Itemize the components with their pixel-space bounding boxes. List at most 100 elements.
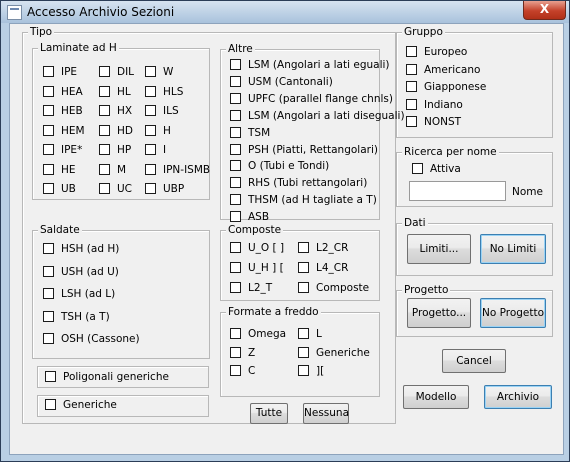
checkbox-label: Poligonali generiche (63, 371, 169, 383)
nome-label: Nome (512, 186, 543, 198)
checkbox-label: UC (117, 183, 133, 195)
checkbox-box[interactable] (230, 282, 241, 293)
checkbox-box[interactable] (298, 242, 309, 253)
checkbox-label: M (117, 163, 127, 176)
checkbox-label: LSH (ad L) (61, 288, 116, 300)
checkbox-box[interactable] (99, 85, 110, 97)
checkbox-label: L2_CR (316, 242, 349, 254)
checkbox-label: H (163, 124, 171, 137)
checkbox-label: L2_T (248, 282, 273, 294)
checkbox-box[interactable] (99, 105, 110, 116)
checkbox-box[interactable] (43, 243, 54, 254)
group-laminate-label: Laminate ad H (38, 41, 119, 55)
checkbox-box[interactable] (145, 124, 156, 136)
group-formate-label: Formate a freddo (226, 305, 321, 319)
checkbox-label: ][ (316, 365, 325, 377)
checkbox-box[interactable] (406, 81, 417, 93)
checkbox-box[interactable] (230, 92, 241, 104)
close-button[interactable]: X (523, 1, 566, 20)
checkbox-label: USH (ad U) (61, 265, 119, 278)
checkbox-label: Z (248, 346, 256, 359)
checkbox-box[interactable] (43, 288, 54, 299)
checkbox-box[interactable] (43, 105, 54, 116)
checkbox-label: DIL (117, 66, 135, 78)
checkbox-box[interactable] (145, 85, 156, 97)
checkbox-box[interactable] (298, 346, 309, 358)
checkbox-box[interactable] (43, 163, 54, 175)
checkbox-box[interactable] (230, 242, 241, 253)
checkbox-box[interactable] (230, 365, 241, 376)
dialog-client: Tipo Laminate ad H Altre Saldate Compost… (9, 23, 564, 455)
checkbox-box[interactable] (145, 163, 156, 175)
checkbox-box[interactable] (99, 66, 110, 77)
checkbox-label: Americano (424, 63, 481, 76)
checkbox-box[interactable] (406, 98, 417, 110)
progetto-button[interactable]: Progetto... (407, 298, 471, 328)
checkbox-label: Generiche (63, 399, 117, 411)
checkbox-box[interactable] (45, 399, 56, 410)
checkbox-box[interactable] (230, 59, 241, 70)
checkbox-box[interactable] (298, 365, 309, 376)
checkbox-box[interactable] (145, 66, 156, 77)
tutte-button[interactable]: Tutte (250, 403, 288, 424)
checkbox-box[interactable] (230, 177, 241, 189)
checkbox-box[interactable] (406, 116, 417, 128)
checkbox-box[interactable] (145, 183, 156, 194)
checkbox-label: L (316, 328, 322, 340)
checkbox-box[interactable] (99, 163, 110, 175)
checkbox-label: C (248, 365, 256, 377)
archivio-button[interactable]: Archivio (484, 385, 552, 409)
limiti-button[interactable]: Limiti... (407, 234, 471, 264)
checkbox-box[interactable] (99, 124, 110, 136)
checkbox-box[interactable] (43, 333, 54, 344)
checkbox-box[interactable] (298, 328, 309, 339)
group-tipo-label: Tipo (28, 25, 55, 39)
checkbox-box[interactable] (43, 310, 54, 322)
checkbox-label: Indiano (424, 98, 463, 111)
cancel-button[interactable]: Cancel (442, 349, 506, 373)
no-progetto-button[interactable]: No Progetto (480, 298, 546, 328)
checkbox-box[interactable] (43, 85, 54, 97)
no-limiti-button[interactable]: No Limiti (480, 234, 546, 264)
checkbox-box[interactable] (406, 63, 417, 75)
checkbox-box[interactable] (43, 265, 54, 277)
checkbox-box[interactable] (412, 163, 423, 174)
checkbox-box[interactable] (230, 126, 241, 138)
checkbox-box[interactable] (43, 66, 54, 77)
checkbox-label: ASB (248, 211, 270, 224)
checkbox-box[interactable] (230, 328, 241, 339)
checkbox-label: TSH (a T) (61, 310, 110, 323)
checkbox-box[interactable] (43, 124, 54, 136)
checkbox-box[interactable] (230, 160, 241, 172)
checkbox-label: ILS (163, 105, 179, 117)
checkbox-box[interactable] (99, 183, 110, 194)
checkbox-box[interactable] (230, 211, 241, 223)
checkbox-box[interactable] (230, 143, 241, 155)
modello-button[interactable]: Modello (403, 385, 469, 409)
checkbox-label: U_H ] [ (248, 262, 284, 274)
checkbox-box[interactable] (230, 109, 241, 121)
checkbox-box[interactable] (43, 183, 54, 194)
checkbox-label: UB (61, 183, 76, 195)
checkbox-box[interactable] (298, 262, 309, 273)
checkbox-label: Omega (248, 328, 287, 340)
nome-input[interactable] (409, 181, 506, 201)
title-bar[interactable]: Accesso Archivio Sezioni X (1, 1, 569, 23)
checkbox-label: HL (117, 85, 131, 98)
checkbox-box[interactable] (43, 144, 54, 155)
nessuna-button[interactable]: Nessuna (303, 403, 349, 424)
group-saldate-label: Saldate (38, 223, 82, 237)
checkbox-box[interactable] (230, 75, 241, 87)
checkbox-box[interactable] (230, 346, 241, 358)
checkbox-box[interactable] (230, 262, 241, 273)
checkbox-label: U_O [ ] (248, 242, 285, 254)
checkbox-box[interactable] (45, 371, 56, 382)
checkbox-box[interactable] (145, 144, 156, 155)
checkbox-label: THSM (ad H tagliate a T) (248, 194, 377, 207)
checkbox-box[interactable] (230, 194, 241, 206)
checkbox-box[interactable] (298, 282, 309, 293)
checkbox-box[interactable] (145, 105, 156, 116)
checkbox-box[interactable] (99, 144, 110, 155)
checkbox-label: HX (117, 105, 133, 117)
checkbox-box[interactable] (406, 46, 417, 57)
